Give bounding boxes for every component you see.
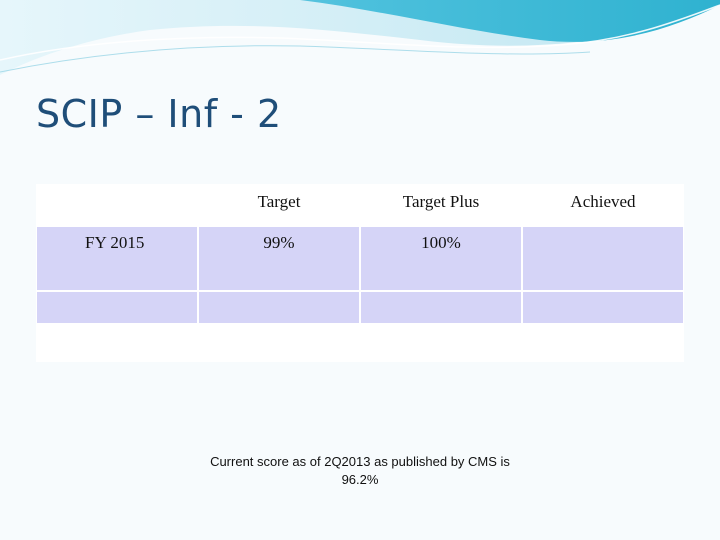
cell-empty [199,292,359,323]
header-empty [37,186,197,225]
table-row [37,292,683,323]
note-text: Current score as of 2Q2013 as published … [210,454,510,469]
cell-target-value: 99% [199,227,359,290]
cell-fiscal-year: FY 2015 [37,227,197,290]
cell-empty [37,292,197,323]
header-wave-decoration [0,0,720,75]
targets-table-container: Target Target Plus Achieved FY 2015 99% … [36,184,684,362]
note-score: 96.2% [341,472,379,487]
cell-achieved-value [523,227,683,290]
current-score-note: Current score as of 2Q2013 as published … [190,453,530,489]
header-achieved: Achieved [523,186,683,225]
cell-target-plus-value: 100% [361,227,521,290]
cell-empty [361,292,521,323]
cell-empty [523,292,683,323]
targets-table: Target Target Plus Achieved FY 2015 99% … [35,184,685,325]
table-row: FY 2015 99% 100% [37,227,683,290]
slide-title: SCIP – Inf - 2 [36,92,282,136]
header-target-plus: Target Plus [361,186,521,225]
table-header-row: Target Target Plus Achieved [37,186,683,225]
header-target: Target [199,186,359,225]
